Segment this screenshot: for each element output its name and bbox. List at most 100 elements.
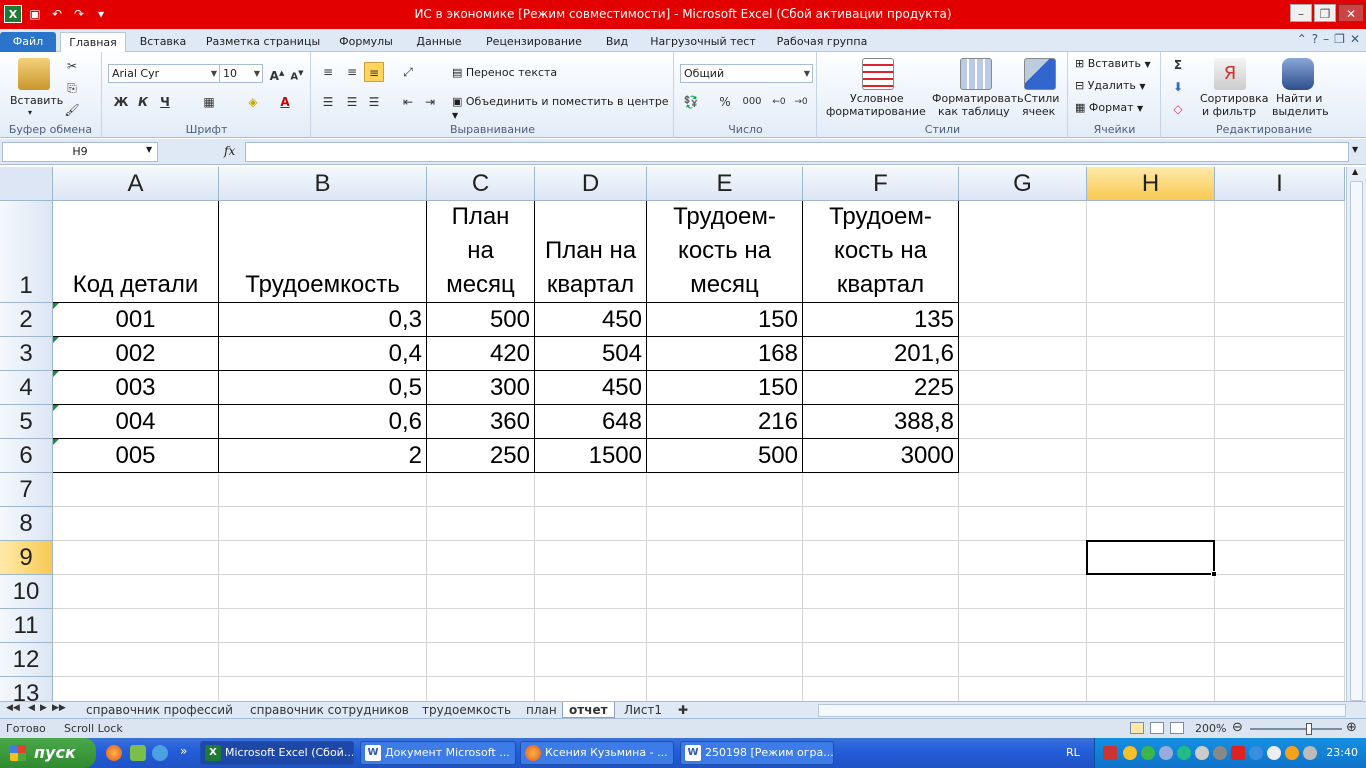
table-cell[interactable]: 004	[53, 405, 219, 439]
tab-workgroup[interactable]: Рабочая группа	[768, 32, 876, 52]
table-cell[interactable]: 001	[53, 303, 219, 337]
cell-c12[interactable]	[427, 643, 535, 677]
shrink-font-icon[interactable]: A▼	[287, 63, 307, 83]
table-cell[interactable]: 500	[427, 303, 535, 337]
cell-g3[interactable]	[959, 337, 1087, 371]
table-cell[interactable]: 1500	[535, 439, 647, 473]
cell-e12[interactable]	[647, 643, 803, 677]
zoom-in-icon[interactable]: ⊕	[1346, 720, 1357, 735]
volume-icon[interactable]	[1303, 746, 1317, 760]
cell-d12[interactable]	[535, 643, 647, 677]
cell-styles-icon[interactable]	[1024, 58, 1056, 90]
cell-e11[interactable]	[647, 609, 803, 643]
cell-i11[interactable]	[1215, 609, 1345, 643]
tray-app-icon[interactable]	[1267, 746, 1281, 760]
collapse-ribbon-icon[interactable]: ⌃	[1297, 32, 1307, 46]
table-cell[interactable]: 504	[535, 337, 647, 371]
italic-button[interactable]: К	[133, 92, 153, 112]
restore-workbook-icon[interactable]: ❐	[1334, 32, 1345, 46]
horizontal-scrollbar[interactable]	[818, 704, 1346, 717]
conditional-format-icon[interactable]	[862, 58, 894, 90]
row-header-11[interactable]: 11	[0, 609, 53, 643]
name-box[interactable]: H9	[2, 142, 158, 162]
align-middle-icon[interactable]: ≡	[342, 62, 362, 82]
table-cell[interactable]: 003	[53, 371, 219, 405]
cell-h1[interactable]	[1087, 201, 1215, 303]
firefox-icon[interactable]	[106, 745, 122, 761]
cell-i8[interactable]	[1215, 507, 1345, 541]
tab-insert[interactable]: Вставка	[132, 32, 194, 52]
row-header-13[interactable]: 13	[0, 677, 53, 701]
language-indicator[interactable]: RL	[1066, 746, 1080, 759]
format-table-label[interactable]: Форматировать	[932, 92, 1024, 105]
sheet-tab-plan[interactable]: план	[520, 702, 563, 718]
cell-g13[interactable]	[959, 677, 1087, 701]
page-layout-view-icon[interactable]	[1150, 722, 1164, 734]
format-cells-button[interactable]: ▦ Формат ▼	[1075, 101, 1143, 114]
table-cell[interactable]: 0,3	[219, 303, 427, 337]
column-header-c[interactable]: C	[427, 167, 535, 201]
cell-h8[interactable]	[1087, 507, 1215, 541]
cell-g9[interactable]	[959, 541, 1087, 575]
table-cell[interactable]: 225	[803, 371, 959, 405]
column-header-d[interactable]: D	[535, 167, 647, 201]
sort-filter-icon[interactable]: Я	[1214, 58, 1246, 90]
close-button[interactable]: ✕	[1338, 4, 1364, 22]
decrease-decimal-icon[interactable]: →0	[791, 92, 811, 112]
align-center-icon[interactable]: ☰	[342, 92, 362, 112]
cell-h12[interactable]	[1087, 643, 1215, 677]
cell-h6[interactable]	[1087, 439, 1215, 473]
cell-styles-label-2[interactable]: ячеек	[1022, 105, 1055, 118]
table-cell[interactable]: 300	[427, 371, 535, 405]
cell-e9[interactable]	[647, 541, 803, 575]
table-cell[interactable]: 648	[535, 405, 647, 439]
row-header-3[interactable]: 3	[0, 337, 53, 371]
table-cell[interactable]: 005	[53, 439, 219, 473]
cell-b10[interactable]	[219, 575, 427, 609]
cell-i7[interactable]	[1215, 473, 1345, 507]
tray-app-icon[interactable]	[1123, 746, 1137, 760]
minimize-button[interactable]: –	[1290, 4, 1312, 22]
autosum-button[interactable]: Σ	[1168, 55, 1188, 75]
normal-view-icon[interactable]	[1130, 722, 1144, 734]
format-table-icon[interactable]	[960, 58, 992, 90]
column-header-i[interactable]: I	[1215, 167, 1345, 201]
page-break-view-icon[interactable]	[1170, 722, 1184, 734]
select-all-corner[interactable]	[0, 167, 53, 201]
row-header-5[interactable]: 5	[0, 405, 53, 439]
font-name-combo[interactable]: Arial Cyr ▼	[108, 64, 220, 83]
cell-d13[interactable]	[535, 677, 647, 701]
conditional-format-label[interactable]: Условное	[850, 92, 904, 105]
fill-handle[interactable]	[1211, 571, 1217, 577]
cell-g4[interactable]	[959, 371, 1087, 405]
table-cell[interactable]: 201,6	[803, 337, 959, 371]
tab-file[interactable]: Файл	[0, 32, 56, 52]
cell-e10[interactable]	[647, 575, 803, 609]
table-cell[interactable]: 420	[427, 337, 535, 371]
tray-app-icon[interactable]	[1195, 746, 1209, 760]
align-right-icon[interactable]: ☰	[364, 92, 384, 112]
grow-font-icon[interactable]: A▲	[267, 63, 287, 83]
cell-g6[interactable]	[959, 439, 1087, 473]
cell-g12[interactable]	[959, 643, 1087, 677]
cell-i9[interactable]	[1215, 541, 1345, 575]
column-header-g[interactable]: G	[959, 167, 1087, 201]
delete-cells-button[interactable]: ⊟ Удалить ▼	[1075, 79, 1146, 92]
vertical-scrollbar[interactable]: ▲	[1346, 167, 1366, 701]
fill-icon[interactable]: ⬇	[1168, 77, 1188, 97]
cell-i6[interactable]	[1215, 439, 1345, 473]
cut-icon[interactable]: ✂	[62, 56, 82, 76]
taskbar-item-word[interactable]: W Документ Microsoft ...	[360, 741, 516, 765]
active-cell-selection[interactable]	[1086, 540, 1217, 577]
cell-c9[interactable]	[427, 541, 535, 575]
sheet-tab-report[interactable]: отчет	[562, 702, 615, 718]
formula-input[interactable]	[245, 142, 1349, 162]
table-cell[interactable]: 500	[647, 439, 803, 473]
cell-h4[interactable]	[1087, 371, 1215, 405]
tray-app-icon[interactable]	[1159, 746, 1173, 760]
column-header-e[interactable]: E	[647, 167, 803, 201]
increase-indent-icon[interactable]: ⇥	[420, 92, 440, 112]
row-header-7[interactable]: 7	[0, 473, 53, 507]
font-size-combo[interactable]: 10 ▼	[219, 64, 263, 83]
cell-c8[interactable]	[427, 507, 535, 541]
